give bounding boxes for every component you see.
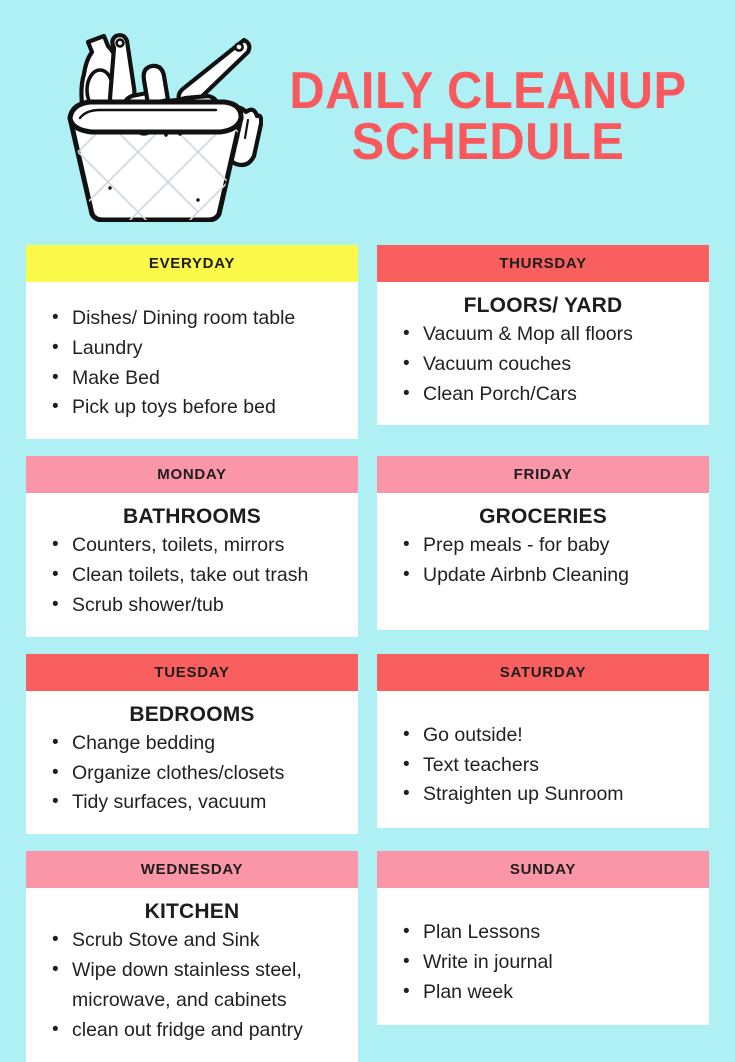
day-card-body-tuesday: BEDROOMSChange beddingOrganize clothes/c… <box>26 691 358 834</box>
day-card-header-tuesday: TUESDAY <box>26 653 358 691</box>
day-card-header-thursday: THURSDAY <box>377 245 709 282</box>
poster-header: DAILY CLEANUP SCHEDULE <box>0 0 735 238</box>
schedule-grid: EVERYDAY Dishes/ Dining room tableLaundry… <box>26 245 709 1062</box>
task-item: Vacuum & Mop all floors <box>401 319 699 350</box>
day-label: FRIDAY <box>513 466 573 484</box>
day-label: EVERYDAY <box>148 255 236 272</box>
day-card-body-wednesday: KITCHENScrub Stove and SinkWipe down sta… <box>26 888 358 1061</box>
task-item: Wipe down stainless steel, microwave, an… <box>50 955 348 1016</box>
day-card-monday: MONDAY BATHROOMSCounters, toilets, mirror… <box>26 456 358 637</box>
day-card-body-friday: GROCERIESPrep meals - for babyUpdate Air… <box>377 493 709 630</box>
task-item: Tidy surfaces, vacuum <box>50 787 348 818</box>
task-item: Plan Lessons <box>401 917 699 948</box>
day-label: THURSDAY <box>499 255 587 272</box>
task-item: Straighten up Sunroom <box>401 779 699 810</box>
day-card-header-monday: MONDAY <box>26 456 358 494</box>
day-card-body-monday: BATHROOMSCounters, toilets, mirrorsClean… <box>26 493 358 636</box>
task-list-sunday: Plan LessonsWrite in journalPlan week <box>383 917 703 1008</box>
day-card-header-friday: FRIDAY <box>377 456 709 494</box>
day-card-subtitle-thursday: FLOORS/ YARD <box>463 294 623 317</box>
task-list-tuesday: Change beddingOrganize clothes/closetsTi… <box>32 728 352 818</box>
day-label: TUESDAY <box>154 663 230 681</box>
day-card-body-everyday: Dishes/ Dining room tableLaundryMake Bed… <box>26 282 358 439</box>
task-item: Plan week <box>401 977 699 1008</box>
day-card-everyday: EVERYDAY Dishes/ Dining room tableLaundry… <box>26 245 358 440</box>
task-item: Scrub shower/tub <box>50 590 348 621</box>
task-item: Prep meals - for baby <box>401 530 699 561</box>
day-card-header-saturday: SATURDAY <box>377 653 709 691</box>
task-item: Go outside! <box>401 720 699 751</box>
day-card-subtitle-wednesday: KITCHEN <box>144 900 240 924</box>
task-item: Update Airbnb Cleaning <box>401 560 699 591</box>
day-label: SUNDAY <box>509 861 577 879</box>
page-title: DAILY CLEANUP SCHEDULE <box>281 62 695 171</box>
task-list-everyday: Dishes/ Dining room tableLaundryMake Bed… <box>32 303 352 423</box>
task-item: Dishes/ Dining room table <box>50 303 348 334</box>
page-title-line-2: SCHEDULE <box>351 112 625 171</box>
day-card-header-everyday: EVERYDAY <box>26 245 358 282</box>
day-label: MONDAY <box>157 466 227 484</box>
task-list-thursday: Vacuum & Mop all floorsVacuum couchesCle… <box>383 319 703 410</box>
task-item: Clean Porch/Cars <box>401 379 699 410</box>
task-item: Clean toilets, take out trash <box>50 560 348 591</box>
day-card-tuesday: TUESDAY BEDROOMSChange beddingOrganize cl… <box>26 653 358 835</box>
cleaning-bucket-icon <box>48 22 264 223</box>
day-card-wednesday: WEDNESDAY KITCHENScrub Stove and SinkWipe… <box>26 851 358 1062</box>
day-card-subtitle-tuesday: BEDROOMS <box>129 702 255 726</box>
page-title-line-1: DAILY CLEANUP <box>289 62 687 120</box>
day-card-thursday: THURSDAY FLOORS/ YARDVacuum & Mop all flo… <box>377 245 709 426</box>
task-item: Text teachers <box>401 750 699 781</box>
task-item: Make Bed <box>50 363 348 394</box>
day-label: SATURDAY <box>499 663 587 681</box>
day-card-header-wednesday: WEDNESDAY <box>26 851 358 889</box>
day-card-subtitle-monday: BATHROOMS <box>123 505 261 529</box>
day-card-body-saturday: Go outside!Text teachersStraighten up Su… <box>377 691 709 828</box>
day-card-subtitle-friday: GROCERIES <box>479 505 607 529</box>
task-item: Counters, toilets, mirrors <box>50 530 348 561</box>
day-card-saturday: SATURDAY Go outside!Text teachersStraight… <box>377 653 709 828</box>
day-card-body-thursday: FLOORS/ YARDVacuum & Mop all floorsVacuu… <box>377 282 709 425</box>
task-item: Organize clothes/closets <box>50 758 348 789</box>
task-list-monday: Counters, toilets, mirrorsClean toilets,… <box>32 530 352 621</box>
day-card-sunday: SUNDAY Plan LessonsWrite in journalPlan w… <box>377 851 709 1026</box>
day-card-header-sunday: SUNDAY <box>377 851 709 889</box>
task-list-wednesday: Scrub Stove and SinkWipe down stainless … <box>32 925 352 1046</box>
task-item: Pick up toys before bed <box>50 392 348 423</box>
task-item: Write in journal <box>401 947 699 978</box>
task-item: Vacuum couches <box>401 349 699 380</box>
task-item: Change bedding <box>50 728 348 759</box>
day-card-friday: FRIDAY GROCERIESPrep meals - for babyUpda… <box>377 456 709 631</box>
task-list-friday: Prep meals - for babyUpdate Airbnb Clean… <box>383 530 703 591</box>
task-item: Scrub Stove and Sink <box>50 925 348 956</box>
task-list-saturday: Go outside!Text teachersStraighten up Su… <box>383 720 703 810</box>
task-item: clean out fridge and pantry <box>50 1015 348 1046</box>
day-card-body-sunday: Plan LessonsWrite in journalPlan week <box>377 888 709 1025</box>
task-item: Laundry <box>50 333 348 364</box>
day-label: WEDNESDAY <box>140 861 244 879</box>
